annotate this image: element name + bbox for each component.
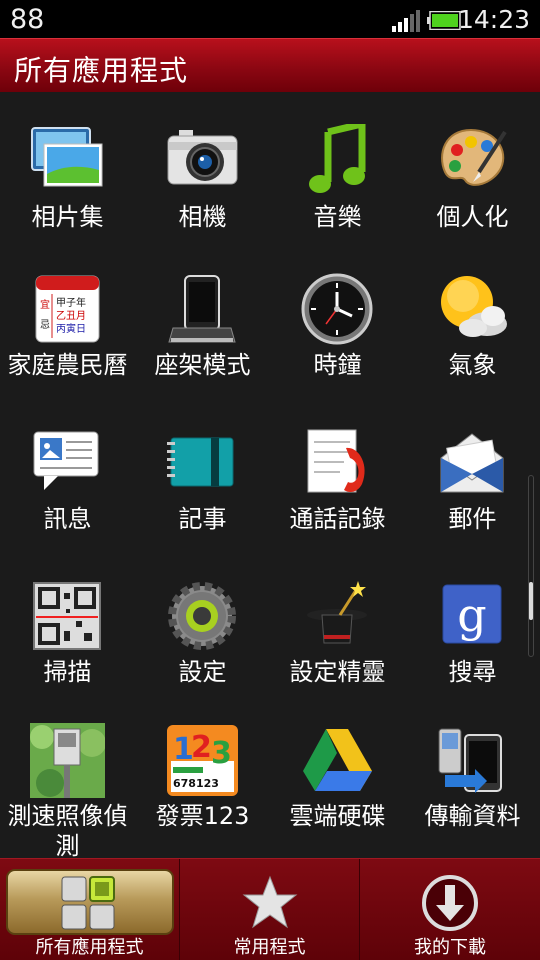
- app-label: 設定: [178, 658, 227, 686]
- invoice-icon: 1 2 3 678123: [167, 725, 238, 796]
- bottom-tab-bar: 所有應用程式 常用程式 我的下載: [0, 858, 540, 960]
- tab-favorites[interactable]: 常用程式: [180, 859, 360, 960]
- title-bar: 所有應用程式: [0, 38, 540, 92]
- clock-icon: [301, 273, 373, 345]
- gallery-icon: [31, 127, 103, 187]
- mail-icon: [440, 433, 504, 493]
- battery-icon: [427, 11, 461, 30]
- status-bar: 88 14:23: [0, 0, 540, 38]
- app-label: 掃描: [43, 658, 92, 686]
- notes-icon: [167, 437, 234, 487]
- app-label: 相機: [178, 203, 227, 231]
- app-label: 郵件: [448, 505, 497, 533]
- app-label: 座架模式: [154, 351, 251, 379]
- all-apps-grid-icon: [61, 876, 115, 930]
- messages-icon: [33, 431, 99, 490]
- setup-wizard-icon: [307, 581, 367, 644]
- personalize-icon: [441, 128, 507, 186]
- app-label: 音樂: [313, 203, 362, 231]
- app-label: 傳輸資料: [424, 802, 521, 830]
- scroll-thumb[interactable]: [529, 582, 533, 620]
- weather-icon: [441, 276, 507, 337]
- app-label: 個人化: [436, 203, 509, 231]
- scanner-icon: [33, 582, 101, 650]
- svg-text:2: 2: [191, 730, 212, 765]
- app-label: 雲端硬碟: [289, 802, 386, 830]
- drive-icon: [303, 729, 372, 791]
- app-label: 測速照像偵測: [7, 802, 128, 860]
- settings-gear-icon: [168, 582, 236, 650]
- dock-icon: [168, 275, 236, 343]
- app-label: 通話記錄: [289, 505, 386, 533]
- star-icon: [242, 875, 298, 929]
- app-label: 相片集: [31, 203, 104, 231]
- status-left-number: 88: [10, 4, 45, 35]
- tab-label: 所有應用程式: [35, 937, 144, 958]
- transfer-icon: [438, 728, 502, 793]
- svg-text:忌: 忌: [40, 319, 50, 331]
- music-icon: [309, 124, 366, 193]
- calendar-icon: 宜 忌 甲子年 乙丑月 丙寅日: [35, 275, 100, 343]
- call-log-icon: [307, 429, 365, 493]
- status-time: 14:23: [457, 5, 530, 34]
- svg-text:3: 3: [211, 736, 232, 771]
- tab-label: 常用程式: [233, 937, 306, 958]
- tab-label: 我的下載: [414, 937, 486, 958]
- app-grid[interactable]: 相片集 相機 音樂 個人化 宜 忌 甲子年 乙丑月 丙寅日 家庭農民曆 座架模式…: [0, 92, 540, 860]
- download-arrow-icon: [422, 875, 478, 931]
- app-label: 家庭農民曆: [7, 351, 128, 379]
- app-label: 記事: [178, 505, 227, 533]
- app-label: 氣象: [448, 351, 497, 379]
- app-label: 發票123: [155, 802, 250, 830]
- page-title: 所有應用程式: [14, 54, 189, 87]
- scroll-track[interactable]: [528, 475, 534, 657]
- svg-text:宜: 宜: [40, 298, 50, 311]
- svg-text:丙寅日: 丙寅日: [56, 322, 86, 335]
- speed-camera-icon: [30, 723, 105, 798]
- signal-strength-icon: [392, 10, 420, 32]
- app-label: 時鐘: [313, 351, 362, 379]
- app-label: 搜尋: [448, 658, 497, 686]
- svg-text:g: g: [457, 588, 486, 642]
- tab-all-apps[interactable]: 所有應用程式: [0, 859, 180, 960]
- svg-text:乙丑月: 乙丑月: [56, 310, 86, 322]
- svg-text:678123: 678123: [173, 777, 219, 790]
- app-label: 設定精靈: [289, 658, 386, 686]
- google-search-icon: g: [442, 584, 502, 644]
- app-label: 訊息: [43, 505, 92, 533]
- svg-text:甲子年: 甲子年: [56, 296, 86, 309]
- camera-icon: [167, 130, 238, 185]
- tab-downloads[interactable]: 我的下載: [360, 859, 540, 960]
